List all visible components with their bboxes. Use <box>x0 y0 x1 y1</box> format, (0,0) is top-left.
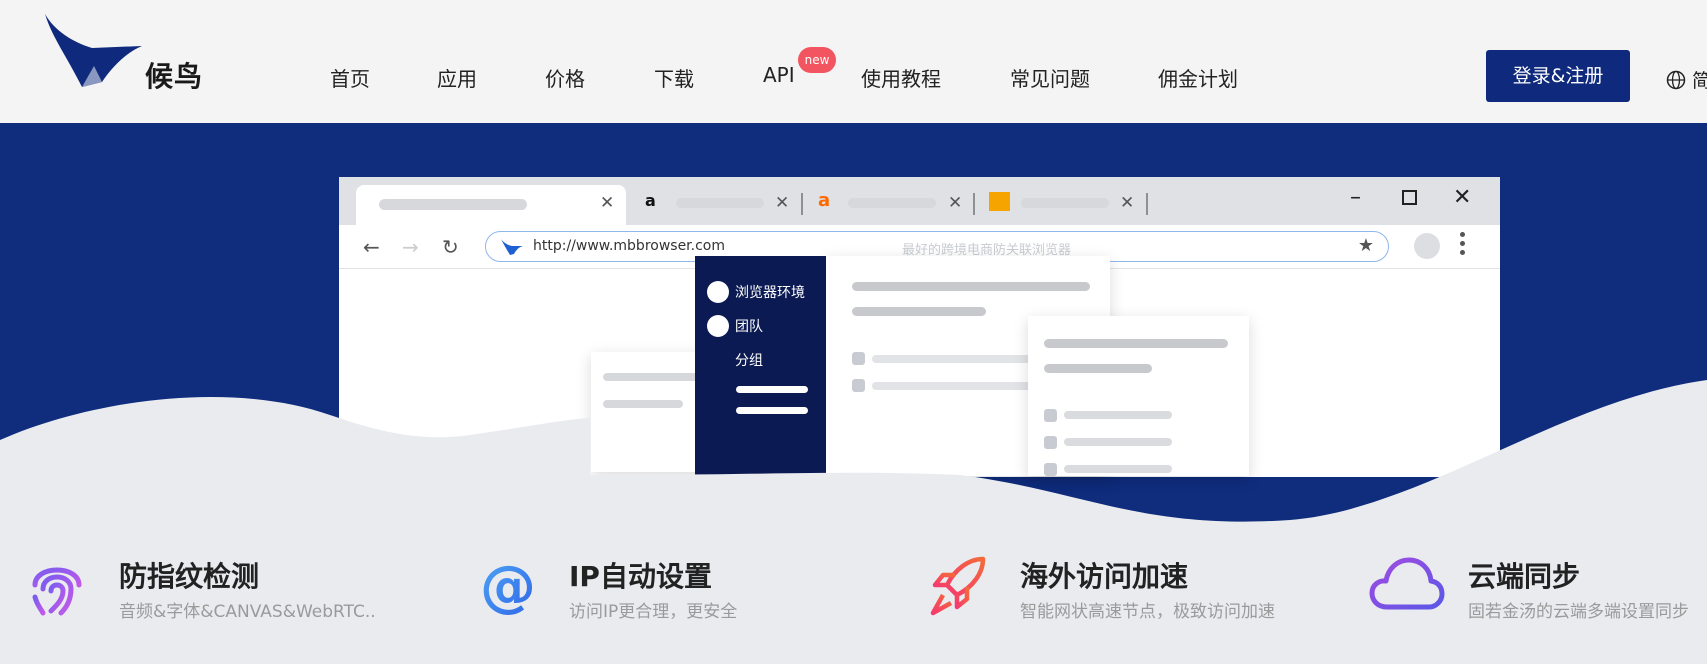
new-badge: new <box>798 47 836 73</box>
feature-cloud-sync: 云端同步 固若金汤的云端多端设置同步 <box>1369 555 1707 635</box>
close-tab-icon: ✕ <box>1120 193 1135 213</box>
fingerprint-icon <box>32 567 82 616</box>
globe-icon <box>1666 70 1686 89</box>
close-window-icon[interactable]: ✕ <box>1453 185 1471 210</box>
nav-apps[interactable]: 应用 <box>437 63 477 92</box>
nav-home[interactable]: 首页 <box>330 63 370 92</box>
nav-pricing[interactable]: 价格 <box>545 63 585 92</box>
nav-api[interactable]: API <box>763 63 795 87</box>
feature-title: 海外访问加速 <box>1020 560 1189 593</box>
nav-faq[interactable]: 常见问题 <box>1010 63 1090 92</box>
maximize-icon[interactable] <box>1402 190 1417 205</box>
cloud-icon <box>1369 557 1445 610</box>
sidebar-item-team[interactable]: 团队 <box>707 315 763 337</box>
bird-logo-icon <box>45 14 142 87</box>
tab-active: ✕ <box>356 185 626 225</box>
brand-name: 候鸟 <box>145 60 204 93</box>
tab-strip: ✕ a ✕ a ✕ ✕ – ✕ <box>339 177 1500 225</box>
url-text: http://www.mbbrowser.com <box>533 238 726 254</box>
close-tab-icon: ✕ <box>775 193 790 213</box>
logo-icon <box>989 192 1010 211</box>
language-label: 简 <box>1692 70 1707 92</box>
nav-download[interactable]: 下载 <box>654 63 694 92</box>
forward-icon[interactable]: → <box>402 235 419 259</box>
feature-desc: 固若金汤的云端多端设置同步 <box>1468 602 1689 622</box>
amazon-icon: a <box>645 191 656 210</box>
feature-title: 防指纹检测 <box>119 560 260 593</box>
bookmark-star-icon[interactable]: ★ <box>1358 235 1374 256</box>
feature-title: IP自动设置 <box>569 560 712 593</box>
feature-title: 云端同步 <box>1468 560 1581 593</box>
feature-ip: @ IP自动设置 访问IP更合理，更安全 <box>479 555 899 635</box>
bird-logo-icon <box>501 239 523 255</box>
sidebar-item-group[interactable]: 分组 <box>735 350 763 370</box>
back-icon[interactable]: ← <box>363 235 380 259</box>
nav-tutorials[interactable]: 使用教程 <box>861 63 941 92</box>
feature-desc: 智能网状高速节点，极致访问加速 <box>1020 602 1275 622</box>
profile-avatar[interactable] <box>1414 233 1440 259</box>
feature-acceleration: 海外访问加速 智能网状高速节点，极致访问加速 <box>929 555 1349 635</box>
close-tab-icon: ✕ <box>948 193 963 213</box>
menu-kebab-icon[interactable] <box>1460 232 1466 259</box>
rocket-icon <box>930 556 986 616</box>
page: 候鸟 首页 应用 价格 下载 API new 使用教程 常见问题 佣金计划 登录… <box>0 0 1707 664</box>
login-register-button[interactable]: 登录&注册 <box>1486 50 1630 102</box>
minimize-icon[interactable]: – <box>1350 185 1361 210</box>
alibaba-icon: a <box>818 190 831 211</box>
at-icon: @ <box>480 555 536 615</box>
sidebar-item-environment[interactable]: 浏览器环境 <box>707 281 805 303</box>
logo[interactable]: 候鸟 <box>42 12 212 93</box>
feature-desc: 音频&字体&CANVAS&WebRTC.. <box>119 602 376 622</box>
language-switcher[interactable]: 简 <box>1666 66 1707 93</box>
nav-commission[interactable]: 佣金计划 <box>1158 63 1238 92</box>
reload-icon[interactable]: ↻ <box>442 235 459 259</box>
site-header: 候鸟 首页 应用 价格 下载 API new 使用教程 常见问题 佣金计划 登录… <box>0 0 1707 123</box>
feature-desc: 访问IP更合理，更安全 <box>569 602 738 622</box>
feature-fingerprint: 防指纹检测 音频&字体&CANVAS&WebRTC.. <box>27 555 447 635</box>
close-tab-icon: ✕ <box>600 193 615 213</box>
svg-text:@: @ <box>480 555 536 615</box>
